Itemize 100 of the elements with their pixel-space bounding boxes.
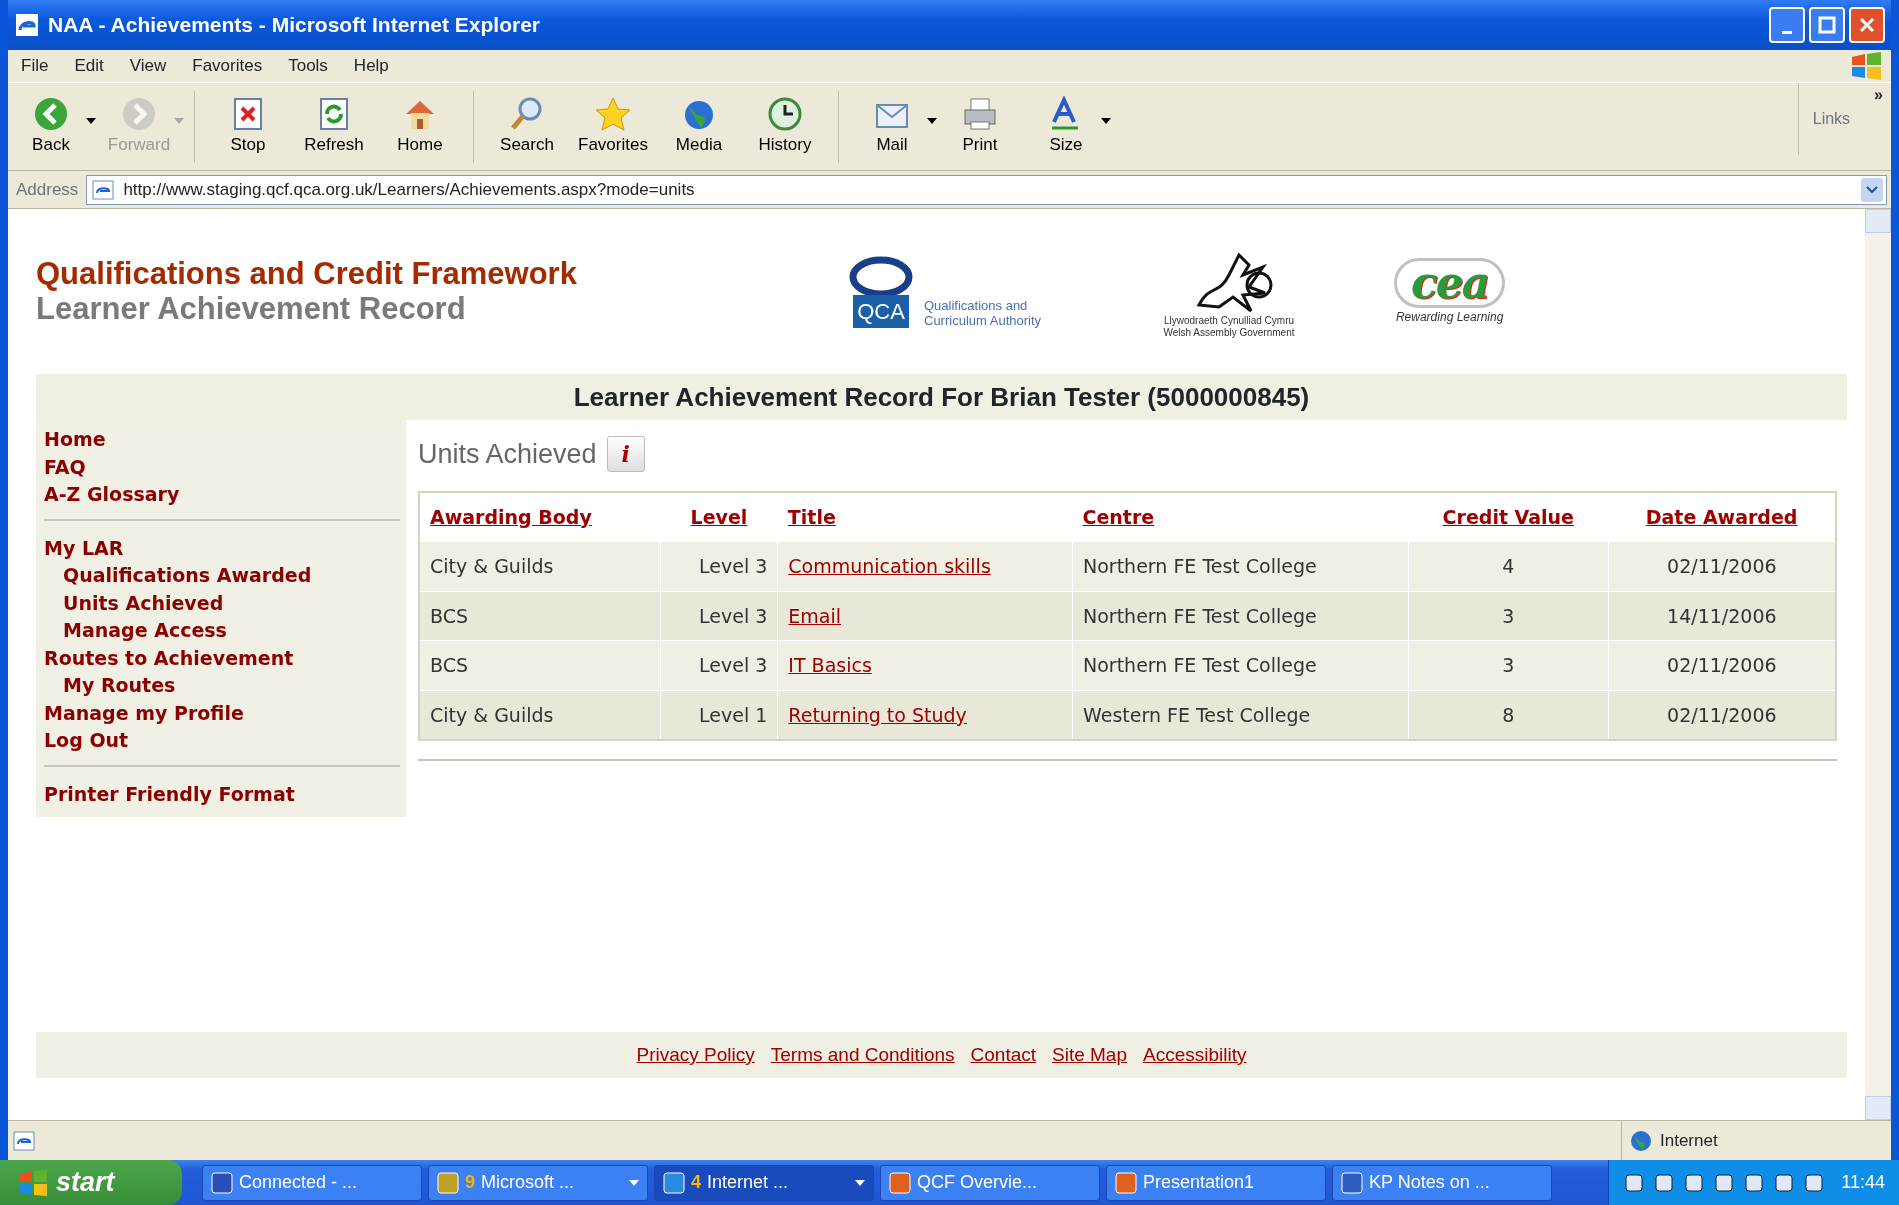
table-cell: 3: [1502, 654, 1515, 676]
window-title: NAA - Achievements - Microsoft Internet Explorer: [48, 12, 541, 39]
menu-item[interactable]: Edit: [61, 53, 117, 79]
minimize-icon: [1782, 30, 1792, 34]
menu-item[interactable]: View: [116, 53, 180, 79]
logo-caption: Rewarding Learning: [1395, 308, 1504, 326]
app-icon: [889, 1171, 911, 1194]
taskbar-label: Presentation1: [1143, 1171, 1255, 1194]
table-cell: 02/11/2006: [1667, 654, 1777, 676]
windows-flag-icon: [1849, 51, 1883, 81]
toolbar-button[interactable]: Print: [937, 95, 1023, 158]
taskbar-button[interactable]: Presentation1: [1106, 1164, 1326, 1201]
column-header-link[interactable]: Credit Value: [1442, 505, 1574, 528]
minimize-button[interactable]: [1769, 7, 1805, 43]
close-button[interactable]: [1849, 7, 1885, 43]
column-header-link[interactable]: Title: [787, 505, 836, 528]
table-cell: 02/11/2006: [1667, 703, 1777, 726]
sidebar-link[interactable]: Home: [44, 426, 406, 454]
maximize-icon: [1818, 16, 1836, 34]
sidebar-link[interactable]: Units Achieved: [44, 589, 406, 618]
menu-item[interactable]: Tools: [275, 53, 341, 79]
sidebar-link[interactable]: Qualifications Awarded: [44, 562, 406, 590]
table-cell: City & Guilds: [430, 555, 554, 577]
column-header-link[interactable]: Centre: [1082, 505, 1155, 528]
maximize-button[interactable]: [1809, 7, 1845, 43]
table-cell: Northern FE Test College: [1083, 654, 1317, 676]
sidebar-link[interactable]: My LAR: [44, 534, 406, 563]
column-header-link[interactable]: Awarding Body: [430, 505, 592, 528]
table-cell: Level 1: [699, 703, 768, 726]
sidebar-link[interactable]: A-Z Glossary: [44, 481, 406, 509]
taskbar-button[interactable]: 9 Microsoft ...: [428, 1164, 648, 1201]
taskbar-label: Internet ...: [707, 1171, 789, 1194]
column-header-link[interactable]: Date Awarded: [1645, 505, 1798, 528]
table-cell: 3: [1502, 604, 1515, 627]
footer-link[interactable]: Contact: [970, 1040, 1036, 1070]
table-cell: Level 3: [699, 654, 768, 676]
footer-link[interactable]: Terms and Conditions: [770, 1040, 955, 1070]
table-cell: Northern FE Test College: [1083, 604, 1317, 627]
logo-caption: Qualifications and Curriculum Authority: [924, 299, 1043, 328]
sidebar-link[interactable]: My Routes: [44, 672, 406, 700]
table-cell: 14/11/2006: [1667, 604, 1777, 627]
toolbar-button[interactable]: Stop: [205, 95, 291, 158]
taskbar-button[interactable]: Connected - ...: [202, 1164, 422, 1201]
info-button[interactable]: i: [606, 436, 645, 473]
taskbar-button[interactable]: 4 Internet ...: [654, 1164, 874, 1201]
logo-caption: Llywodraeth Cynulliad Cymru Welsh Assembly Government: [1162, 314, 1296, 339]
column-header-link[interactable]: Level: [690, 505, 748, 528]
globe-icon: [1630, 1129, 1652, 1152]
logo-text: cea: [1394, 257, 1506, 308]
table-cell: 4: [1502, 555, 1515, 577]
unit-title-link[interactable]: IT Basics: [788, 654, 872, 676]
toolbar-button[interactable]: Size: [1023, 95, 1109, 158]
taskbar-label: Connected - ...: [239, 1171, 358, 1194]
menu-item[interactable]: Help: [340, 53, 402, 79]
unit-title-link[interactable]: Email: [788, 604, 842, 627]
page-icon: [91, 178, 116, 201]
table-cell: Western FE Test College: [1083, 703, 1311, 726]
links-toolbar[interactable]: Links: [1812, 107, 1851, 131]
menu-item[interactable]: File: [8, 53, 62, 79]
section-heading: Units Achieved: [418, 438, 597, 471]
footer-link[interactable]: Accessibility: [1143, 1040, 1247, 1070]
toolbar-button[interactable]: Media: [656, 95, 742, 158]
table-cell: BCS: [430, 654, 469, 676]
site-subtitle: Learner Achievement Record: [36, 291, 467, 326]
taskbar-button[interactable]: KP Notes on ...: [1332, 1164, 1552, 1201]
toolbar-button[interactable]: Favorites: [570, 95, 656, 158]
sidebar-link[interactable]: Log Out: [44, 727, 406, 755]
windows-flag-icon: [18, 1168, 48, 1197]
start-button[interactable]: start: [0, 1160, 182, 1205]
toolbar-button[interactable]: Home: [377, 95, 463, 158]
security-zone: Internet: [1660, 1129, 1718, 1152]
window-count: 9: [465, 1171, 475, 1194]
sidebar-link[interactable]: Manage my Profile: [44, 699, 406, 728]
sidebar-link[interactable]: Printer Friendly Format: [44, 781, 406, 809]
footer-link[interactable]: Privacy Policy: [636, 1040, 755, 1070]
address-field[interactable]: http://www.staging.qcf.qca.org.uk/Learners/Achievements.aspx?mode=units: [86, 174, 1887, 205]
table-cell: 02/11/2006: [1667, 555, 1777, 577]
toolbar-button[interactable]: History: [742, 95, 828, 158]
taskbar-button[interactable]: QCF Overvie...: [880, 1164, 1100, 1201]
sidebar-link[interactable]: Routes to Achievement: [44, 644, 406, 673]
star-icon: [595, 95, 631, 132]
dropdown-caret-icon: [1861, 177, 1883, 202]
page-icon: [12, 1129, 36, 1152]
clock: 11:44: [1841, 1171, 1885, 1194]
toolbar-button[interactable]: Search: [484, 95, 570, 158]
footer-link[interactable]: Site Map: [1052, 1040, 1127, 1070]
logo-text: QCA: [853, 295, 909, 328]
vertical-scrollbar[interactable]: [1865, 209, 1891, 1120]
more-chevron[interactable]: »: [1874, 83, 1883, 107]
app-icon: [1341, 1171, 1363, 1194]
toolbar-button[interactable]: Back: [8, 95, 94, 158]
toolbar-button[interactable]: Refresh: [291, 95, 377, 158]
sidebar-link[interactable]: Manage Access: [44, 617, 406, 645]
app-icon: [663, 1171, 685, 1194]
window-count: 4: [691, 1171, 701, 1194]
table-cell: Level 3: [699, 604, 768, 627]
menu-item[interactable]: Favorites: [179, 53, 276, 79]
toolbar-button[interactable]: Mail: [849, 95, 935, 158]
address-label: Address: [15, 178, 80, 201]
sidebar-link[interactable]: FAQ: [44, 453, 406, 482]
